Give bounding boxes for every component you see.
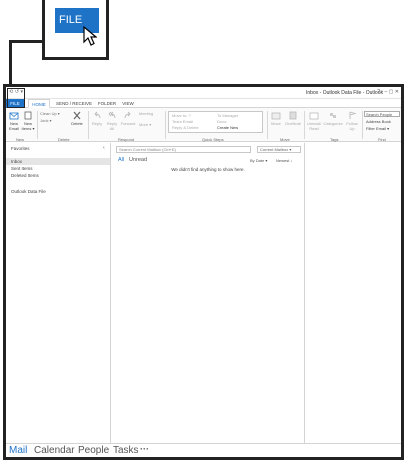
nav-more-button[interactable]: ··· xyxy=(140,444,149,454)
search-mailbox-input[interactable]: Search Current Mailbox (Ctrl+E) xyxy=(116,146,251,153)
ribbon-home: New Email New Items ▾ New Clean Up ▾ Jun… xyxy=(6,108,401,142)
mouse-pointer-icon xyxy=(83,26,97,46)
ribbon-tabs: FILE HOME SEND / RECEIVE FOLDER VIEW xyxy=(6,99,401,108)
search-people-input[interactable]: Search People xyxy=(364,111,400,117)
file-callout: FILE xyxy=(42,0,109,60)
message-list-pane: Search Current Mailbox (Ctrl+E) Current … xyxy=(112,143,305,443)
sort-by-dropdown[interactable]: By Date ▾ xyxy=(250,158,267,163)
reply-icon xyxy=(94,111,101,119)
categorize-button[interactable]: Categorize xyxy=(323,111,343,126)
reading-pane xyxy=(306,143,401,443)
new-items-icon xyxy=(24,111,32,120)
filter-email-button[interactable]: Filter Email ▾ xyxy=(366,126,389,131)
ribbon-separator xyxy=(37,111,38,139)
onenote-icon xyxy=(289,111,297,120)
group-quick-steps-label: Quick Steps xyxy=(202,137,224,142)
clean-up-button[interactable]: Clean Up ▾ xyxy=(40,111,60,116)
more-respond-button[interactable]: More ▾ xyxy=(139,122,151,127)
quick-steps-gallery[interactable]: Move to: ? Team Email Reply & Delete To … xyxy=(168,111,263,133)
move-button[interactable]: Move xyxy=(269,111,283,126)
forward-icon xyxy=(124,111,131,119)
quick-step-done[interactable]: Done xyxy=(217,119,227,124)
envelope-icon xyxy=(309,112,319,120)
categorize-icon xyxy=(330,113,336,118)
group-find-label: Find xyxy=(378,137,386,142)
reply-all-icon xyxy=(108,111,116,119)
group-respond-label: Respond xyxy=(118,137,135,142)
tab-folder[interactable]: FOLDER xyxy=(96,99,118,108)
follow-up-button[interactable]: Follow Up xyxy=(344,111,360,131)
folder-deleted-items[interactable]: Deleted Items xyxy=(11,173,39,178)
ribbon-separator xyxy=(165,111,166,139)
collapse-folder-pane-icon[interactable]: ‹ xyxy=(103,145,105,151)
ribbon-separator xyxy=(362,111,363,139)
window-controls[interactable]: ? ▫ – ▢ ✕ xyxy=(377,89,399,95)
folder-outlook-data-file[interactable]: Outlook Data File xyxy=(11,189,46,194)
reply-button[interactable]: Reply xyxy=(90,111,104,126)
title-bar: ⟲ ↺ ▾ Inbox - Outlook Data File - Outloo… xyxy=(6,87,401,99)
nav-mail[interactable]: Mail xyxy=(9,445,27,456)
filter-unread-button[interactable]: Unread xyxy=(129,157,147,163)
navigation-bar: Mail Calendar People Tasks ··· xyxy=(6,443,401,457)
callout-leader-vertical xyxy=(9,40,12,90)
favorites-header[interactable]: Favorites xyxy=(11,146,30,151)
sort-order-button[interactable]: Newest ↓ xyxy=(276,158,292,163)
nav-calendar[interactable]: Calendar xyxy=(34,445,75,456)
search-scope-dropdown[interactable]: Current Mailbox ▾ xyxy=(257,146,301,153)
quick-step-to-manager[interactable]: To Manager xyxy=(217,113,238,118)
delete-button[interactable]: Delete xyxy=(70,111,84,126)
group-new-label: New xyxy=(16,137,25,142)
empty-list-message: We didn't find anything to show here. xyxy=(171,167,245,172)
ribbon-separator xyxy=(304,111,305,139)
window-title: Inbox - Outlook Data File - Outlook xyxy=(306,90,383,96)
tab-home[interactable]: HOME xyxy=(28,99,50,108)
new-email-button[interactable]: New Email xyxy=(8,111,20,131)
folder-inbox[interactable]: Inbox xyxy=(11,159,22,164)
new-items-button[interactable]: New Items ▾ xyxy=(21,111,35,131)
address-book-button[interactable]: Address Book xyxy=(366,119,391,124)
filter-all-button[interactable]: All xyxy=(118,157,124,163)
ribbon-separator xyxy=(267,111,268,139)
quick-step-move-to[interactable]: Move to: ? xyxy=(172,113,191,118)
meeting-button[interactable]: Meeting xyxy=(139,111,153,116)
tab-send-receive[interactable]: SEND / RECEIVE xyxy=(54,99,94,108)
tab-view[interactable]: VIEW xyxy=(119,99,137,108)
quick-step-create-new[interactable]: Create New xyxy=(217,125,238,130)
group-move-label: Move xyxy=(280,137,290,142)
flag-icon xyxy=(349,111,357,119)
outlook-window: ⟲ ↺ ▾ Inbox - Outlook Data File - Outloo… xyxy=(3,84,404,460)
onenote-button[interactable]: OneNote xyxy=(284,111,302,126)
quick-step-team-email[interactable]: Team Email xyxy=(172,119,193,124)
quick-step-reply-delete[interactable]: Reply & Delete xyxy=(172,125,199,130)
file-tab-highlight xyxy=(7,88,25,108)
group-tags-label: Tags xyxy=(330,137,339,142)
new-email-icon xyxy=(9,112,19,120)
folder-pane: ‹ Favorites Inbox Sent Items Deleted Ite… xyxy=(6,143,111,443)
ribbon-separator xyxy=(88,111,89,139)
folder-sent-items[interactable]: Sent Items xyxy=(11,166,33,171)
reply-all-button[interactable]: Reply All xyxy=(105,111,119,131)
delete-x-icon xyxy=(73,111,81,120)
group-delete-label: Delete xyxy=(58,137,70,142)
move-folder-icon xyxy=(271,112,281,120)
nav-tasks[interactable]: Tasks xyxy=(113,445,139,456)
forward-button[interactable]: Forward xyxy=(120,111,136,126)
unread-read-button[interactable]: Unread/ Read xyxy=(306,111,322,131)
nav-people[interactable]: People xyxy=(78,445,109,456)
callout-leader-horizontal xyxy=(9,40,45,43)
junk-button[interactable]: Junk ▾ xyxy=(40,118,52,123)
